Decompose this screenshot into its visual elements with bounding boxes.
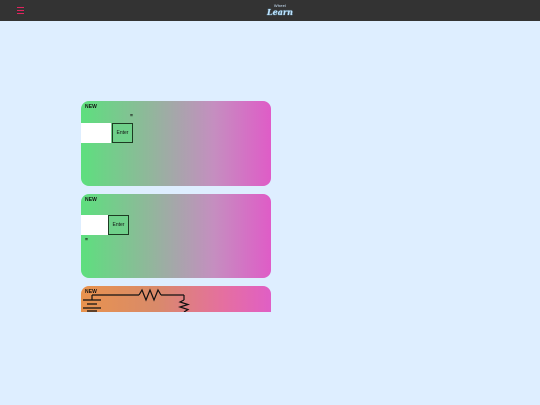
equals-symbol: = [130,113,133,119]
resistor-1 [138,288,162,302]
enter-button[interactable]: Enter [112,123,133,143]
new-badge: NEW [85,197,97,203]
enter-button[interactable]: Enter [108,215,129,235]
circuit-wires [83,288,191,312]
question-card: NEW Enter = [81,194,271,278]
answer-input[interactable] [81,215,108,235]
logo-main-text: Learn [267,7,293,17]
answer-input[interactable] [81,123,111,143]
new-badge: NEW [85,104,97,110]
equals-symbol: = [85,237,88,243]
app-logo[interactable]: Wheel Learn [262,3,298,20]
question-card: NEW = Enter [81,101,271,186]
resistor-2 [177,299,191,312]
hamburger-menu-icon[interactable] [17,7,24,14]
top-bar: Wheel Learn [0,0,540,21]
question-card: NEW [81,286,271,312]
circuit-diagram [83,288,191,312]
